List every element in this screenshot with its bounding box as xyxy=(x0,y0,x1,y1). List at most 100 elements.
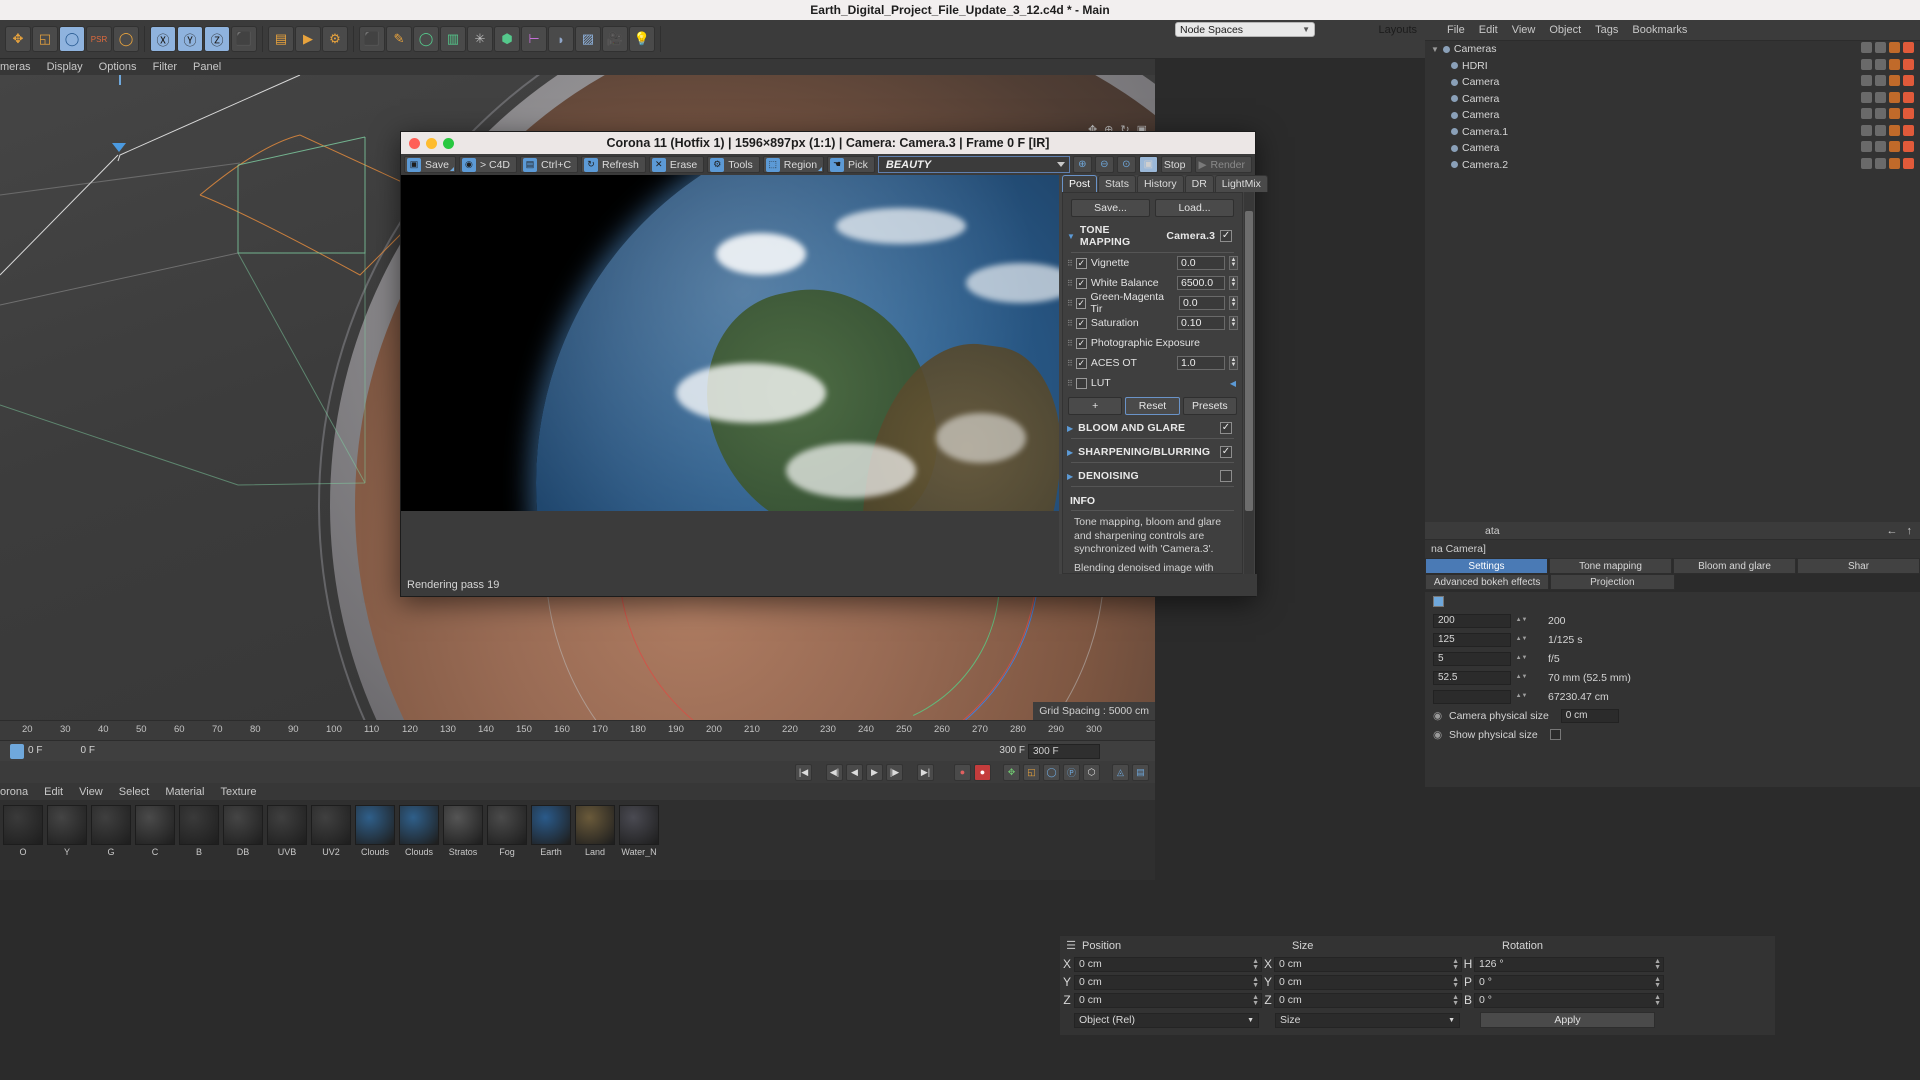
axis-y-icon[interactable]: Ⓨ xyxy=(177,26,203,52)
drag-handle-icon[interactable]: ⠿ xyxy=(1067,299,1073,308)
visibility-dot[interactable] xyxy=(1861,75,1872,86)
close-icon[interactable] xyxy=(409,137,420,149)
extrude-icon[interactable]: ▥ xyxy=(440,26,466,52)
object-menu-bookmarks[interactable]: Bookmarks xyxy=(1632,24,1687,36)
play-reverse-button[interactable]: ◀ xyxy=(846,763,863,781)
camera-physical-size-value[interactable]: 0 cm xyxy=(1560,708,1619,723)
attributes-tab[interactable]: Advanced bokeh effects xyxy=(1425,574,1550,590)
autokey-button[interactable]: ● xyxy=(974,763,991,781)
material-menu-view[interactable]: View xyxy=(79,786,103,798)
vfb-section-denoising[interactable]: ▶ DENOISING xyxy=(1063,463,1242,484)
material-item[interactable]: Earth xyxy=(530,805,572,857)
spinner-icon-2[interactable]: ▲ ▼ xyxy=(1452,994,1459,1007)
spinner-icon[interactable]: ▲▼ xyxy=(1229,316,1238,330)
spline-pen-icon[interactable]: ✎ xyxy=(386,26,412,52)
material-swatch[interactable] xyxy=(399,805,439,845)
tone-mapping-checkbox[interactable]: ✓ xyxy=(1220,230,1232,242)
vfb-render-image[interactable] xyxy=(401,175,1061,511)
tone-param-checkbox[interactable]: ✓ xyxy=(1075,317,1087,329)
vfb-panel-tab-history[interactable]: History xyxy=(1136,175,1184,192)
key-pla-button[interactable]: ⬡ xyxy=(1083,763,1100,781)
radio-icon-2[interactable]: ◉ xyxy=(1433,729,1443,741)
object-row[interactable]: ▼ Cameras xyxy=(1425,41,1920,58)
material-swatch[interactable] xyxy=(619,805,659,845)
scale-tool-icon[interactable]: ◱ xyxy=(32,26,58,52)
visibility-dot[interactable] xyxy=(1861,91,1872,103)
move-tool-icon[interactable]: ✥ xyxy=(5,26,31,52)
range-field[interactable]: 300 F xyxy=(1028,744,1100,759)
material-swatch[interactable] xyxy=(3,805,43,845)
vfb-refresh-button[interactable]: ↻ Refresh xyxy=(581,156,646,173)
rotate-tool-icon[interactable]: ◯ xyxy=(59,26,85,52)
play-button[interactable]: ▶ xyxy=(866,763,883,781)
viewport-menu-filter[interactable]: Filter xyxy=(153,61,177,73)
vfb-section-checkbox[interactable]: ✓ xyxy=(1220,422,1232,434)
material-menu-orona[interactable]: orona xyxy=(0,786,28,798)
tag-icon-2[interactable] xyxy=(1903,75,1914,86)
tag-icon-2[interactable] xyxy=(1903,141,1914,152)
world-object-axis-icon[interactable]: ⬛ xyxy=(231,26,257,52)
material-item[interactable]: G xyxy=(90,805,132,857)
tag-icon[interactable] xyxy=(1889,124,1900,136)
material-item[interactable]: Clouds xyxy=(354,805,396,857)
render-dot[interactable] xyxy=(1875,42,1886,53)
spinner-icon[interactable]: ▲▼ xyxy=(1252,994,1259,1007)
spinner-icon[interactable]: ▲▼ xyxy=(1252,958,1259,971)
vfb-panel-scroll-thumb[interactable] xyxy=(1245,211,1253,511)
render-dot[interactable] xyxy=(1875,75,1886,86)
tone-param-value[interactable]: 0.0 xyxy=(1178,296,1226,310)
render-dot[interactable] xyxy=(1875,58,1886,70)
tag-icon[interactable] xyxy=(1889,75,1900,86)
spinner-icon-2[interactable]: ▲ ▼ xyxy=(1452,976,1459,989)
vfb-section-bloom-and-glare[interactable]: ▶ BLOOM AND GLARE ✓ xyxy=(1063,415,1242,436)
material-swatch[interactable] xyxy=(443,805,483,845)
attributes-row-left[interactable] xyxy=(1433,689,1511,704)
spinner-icon[interactable]: ▲▼ xyxy=(1229,276,1238,290)
visibility-dot[interactable] xyxy=(1861,42,1872,53)
object-menu-edit[interactable]: Edit xyxy=(1479,24,1498,36)
timeline-ruler[interactable]: 20 30 40 50 60 70 80 90 100 110 120 130 140 150 160 170… xyxy=(0,720,1155,740)
timeline-bar[interactable]: 0 F 300 F 300 F 0 F xyxy=(0,740,1155,761)
coordinates-mode-select[interactable]: Object (Rel) ▼ xyxy=(1074,1012,1259,1028)
object-row[interactable]: Camera.1 xyxy=(1425,124,1920,141)
material-swatch[interactable] xyxy=(179,805,219,845)
attributes-row-left[interactable]: 125 xyxy=(1433,632,1511,647)
object-menu-object[interactable]: Object xyxy=(1549,24,1581,36)
object-row[interactable]: Camera xyxy=(1425,140,1920,157)
object-menu-tags[interactable]: Tags xyxy=(1595,24,1618,36)
vfb-ctrl-c-button[interactable]: ▤ Ctrl+C xyxy=(520,156,579,173)
object-manager-tree[interactable]: ▼ Cameras HDRI Camera Camera Camera Came… xyxy=(1425,41,1920,522)
coord-size-field[interactable]: 0 cm ▲ ▼ xyxy=(1274,956,1462,972)
tag-icon[interactable] xyxy=(1889,42,1900,53)
render-button[interactable]: ▶ Render xyxy=(1195,156,1252,173)
material-swatch[interactable] xyxy=(91,805,131,845)
spinner-icon[interactable]: ▲▼ xyxy=(1516,671,1528,685)
material-item[interactable]: Land xyxy=(574,805,616,857)
attributes-tab[interactable]: Shar xyxy=(1797,558,1920,574)
visibility-dot[interactable] xyxy=(1861,141,1872,152)
material-item[interactable]: Y xyxy=(46,805,88,857)
up-arrow-icon[interactable]: ↑ xyxy=(1907,525,1913,537)
render-dot[interactable] xyxy=(1875,91,1886,103)
viewport-menu-panel[interactable]: Panel xyxy=(193,61,221,73)
vfb-panel-tab-stats[interactable]: Stats xyxy=(1098,175,1136,192)
material-item[interactable]: Water_N xyxy=(618,805,660,857)
tag-icon[interactable] xyxy=(1889,91,1900,103)
drag-handle-icon[interactable]: ⠿ xyxy=(1067,279,1073,288)
spinner-icon[interactable]: ▲▼ xyxy=(1252,976,1259,989)
radio-icon[interactable]: ◉ xyxy=(1433,710,1443,722)
material-swatch[interactable] xyxy=(47,805,87,845)
tag-icon-2[interactable] xyxy=(1903,42,1914,53)
tone-param-checkbox[interactable]: ✓ xyxy=(1075,297,1087,309)
show-physical-size-checkbox[interactable] xyxy=(1549,729,1561,740)
primitive-cube-icon[interactable]: ⬛ xyxy=(359,26,385,52)
vfb-region-button[interactable]: ⬚ Region xyxy=(762,156,825,173)
render-dot[interactable] xyxy=(1875,108,1886,119)
tag-icon-2[interactable] xyxy=(1903,108,1914,119)
coord-size-field[interactable]: 0 cm ▲ ▼ xyxy=(1274,974,1462,990)
coord-rotation-field[interactable]: 126 ° ▲ ▼ xyxy=(1474,956,1664,972)
attributes-tabs-row2[interactable]: Advanced bokeh effects Projection xyxy=(1425,574,1920,590)
tone-param-checkbox[interactable]: ✓ xyxy=(1075,257,1087,269)
light-gizmo-icon[interactable] xyxy=(112,143,126,152)
attributes-tab[interactable]: Bloom and glare xyxy=(1673,558,1796,574)
